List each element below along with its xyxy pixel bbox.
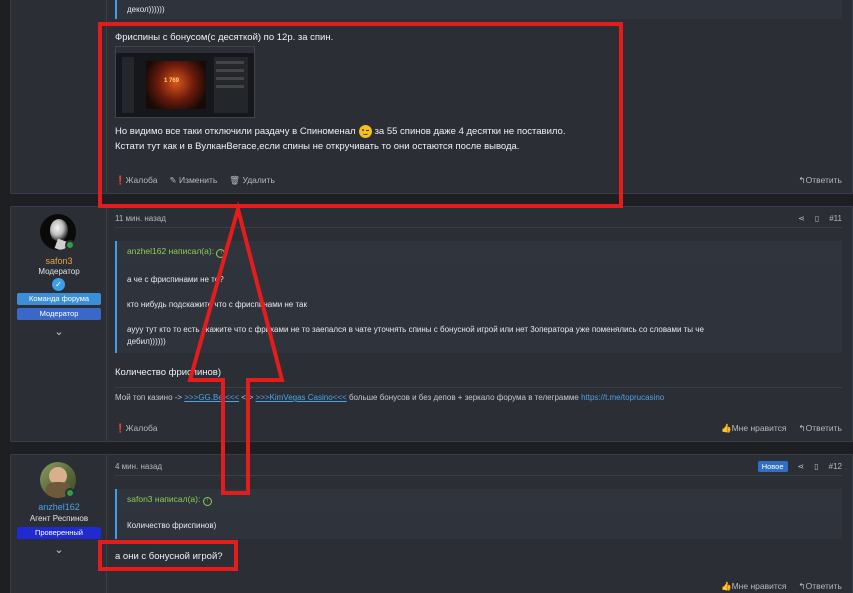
user-banner-verified: Проверенный (17, 527, 101, 539)
post-text-line: Фриспины с бонусом(с десяткой) по 12р. з… (115, 32, 334, 43)
reply-icon: ↰ (798, 423, 806, 433)
new-badge: Новое (757, 461, 788, 472)
post-12: anzhel162 Агент Респинов Проверенный ⌄ 4… (10, 454, 853, 593)
thumbnail-counter-text: 1 769 (164, 78, 180, 84)
post-10-content: декол)))))) Фриспины с бонусом(с десятко… (108, 0, 852, 193)
quote-block: декол)))))) (115, 0, 842, 19)
thumbs-up-icon: 👍 (721, 581, 732, 591)
like-button[interactable]: 👍Мне нравится (721, 581, 787, 592)
user-banner-moderator: Модератор (17, 308, 101, 320)
quote-block: safon3 написал(а): ↑ Количество фриспино… (115, 489, 842, 539)
edit-button[interactable]: ✎ Изменить (169, 175, 217, 186)
online-indicator (65, 240, 75, 250)
user-banner-staff: Команда форума (17, 293, 101, 305)
thumbs-up-icon: 👍 (721, 423, 732, 433)
signature-link-telegram[interactable]: https://t.me/toprucasino (581, 393, 664, 402)
quote-line: кто нибудь подскажите что с фриспинами н… (127, 300, 307, 309)
post-date[interactable]: 11 мин. назад (115, 214, 166, 223)
quote-author[interactable]: safon3 написал(а): (127, 494, 200, 504)
quote-tail-text: декол)))))) (127, 5, 165, 14)
post-10: декол)))))) Фриспины с бонусом(с десятко… (10, 0, 853, 194)
staff-badge-icon: ✓ (52, 278, 65, 291)
report-button[interactable]: ❗Жалоба (115, 423, 157, 434)
reply-icon: ↰ (798, 175, 806, 185)
post-11-content: 11 мин. назад ⋖ ▯ #11 anzhel162 написал(… (108, 207, 852, 441)
report-button[interactable]: ❗Жалоба (115, 175, 157, 186)
user-title: Агент Респинов (29, 514, 89, 523)
bookmark-icon[interactable]: ▯ (815, 214, 819, 223)
reply-button[interactable]: ↰Ответить (799, 175, 842, 186)
share-icon[interactable]: ⋖ (798, 462, 805, 471)
post-11-user-column: safon3 Модератор ✓ Команда форума Модера… (11, 207, 107, 441)
post-number[interactable]: #12 (829, 462, 842, 471)
post-12-content: 4 мин. назад Новое ⋖ ▯ #12 safon3 написа… (108, 455, 852, 593)
post-text-line: Кстати тут как и в ВулканВегасе,если спи… (115, 141, 520, 152)
trash-icon: 🗑 (229, 175, 241, 185)
post-date[interactable]: 4 мин. назад (115, 462, 162, 471)
signature-link-kimvegas[interactable]: >>>KimVegas Casino<<< (256, 393, 347, 402)
post-12-user-column: anzhel162 Агент Респинов Проверенный ⌄ (11, 455, 107, 593)
arrow-up-circle-icon[interactable]: ↑ (202, 497, 212, 506)
online-indicator (65, 488, 75, 498)
delete-button[interactable]: 🗑 Удалить (229, 175, 275, 186)
alert-icon: ❗ (115, 423, 126, 433)
quote-line: Количество фриспинов) (127, 521, 217, 530)
user-title: Модератор (38, 267, 80, 276)
wink-emoji-icon (358, 125, 372, 138)
post-text: а они с бонусной игрой? (115, 551, 223, 562)
alert-icon: ❗ (115, 175, 126, 185)
pencil-icon: ✎ (169, 175, 177, 185)
username[interactable]: safon3 (11, 256, 107, 266)
post-text-line: Но видимо все таки отключили раздачу в С… (115, 125, 566, 138)
signature-link-ggbet[interactable]: >>>GG.Bet<<< (184, 393, 239, 402)
post-text: Количество фриспинов) (115, 367, 222, 378)
like-button[interactable]: 👍Мне нравится (721, 423, 787, 434)
share-icon[interactable]: ⋖ (798, 214, 805, 223)
quote-author[interactable]: anzhel162 написал(а): (127, 246, 214, 256)
reply-icon: ↰ (798, 581, 806, 591)
post-10-user-column (11, 0, 107, 193)
reply-button[interactable]: ↰Ответить (799, 423, 842, 434)
post-11: safon3 Модератор ✓ Команда форума Модера… (10, 206, 853, 442)
quote-block: anzhel162 написал(а): ↑ а че с фриспинам… (115, 241, 842, 353)
username[interactable]: anzhel162 (11, 502, 107, 512)
arrow-up-circle-icon[interactable]: ↑ (216, 249, 226, 258)
reply-button[interactable]: ↰Ответить (799, 581, 842, 592)
quote-line: а че с фриспинами не то? (127, 275, 224, 284)
quote-line: аууу тут кто то есть скажите что с фриха… (127, 325, 704, 334)
chevron-down-icon[interactable]: ⌄ (11, 543, 107, 556)
signature: Мой топ казино -> >>>GG.Bet<<< <-> >>>Ki… (115, 393, 665, 402)
bookmark-icon[interactable]: ▯ (814, 462, 818, 471)
chevron-down-icon[interactable]: ⌄ (11, 325, 107, 338)
quote-line: дебил)))))) (127, 337, 166, 346)
post-number[interactable]: #11 (829, 214, 842, 223)
screenshot-thumbnail[interactable]: 1 769 (115, 46, 255, 118)
